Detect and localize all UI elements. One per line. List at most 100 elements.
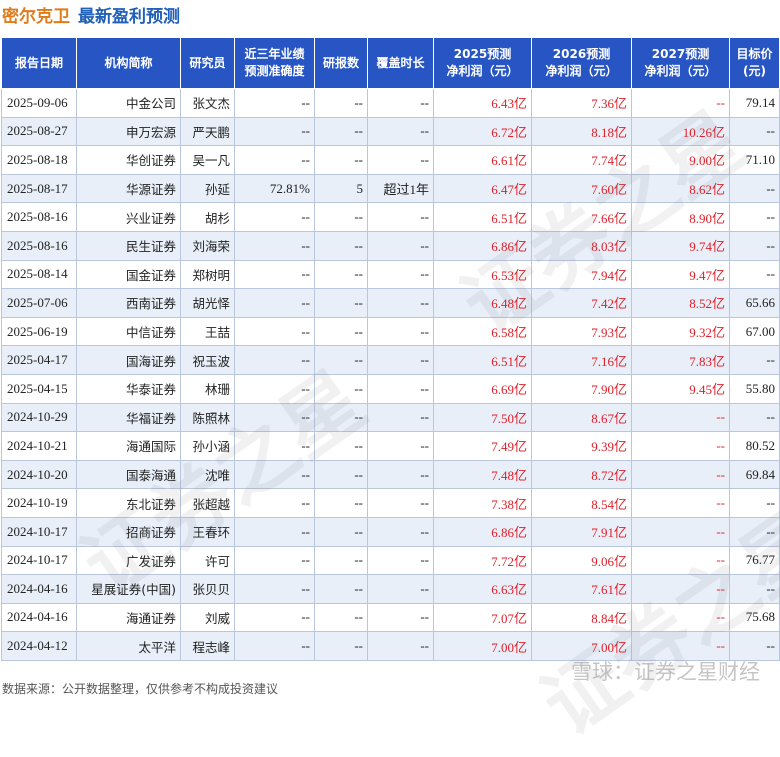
table-row: 2025-08-27 申万宏源 严天鹏 -- -- -- 6.72亿 8.18亿 10.26亿 -…	[1, 116, 780, 147]
col-profit-2026-header: 2026预测 净利润（元）	[531, 37, 632, 89]
institution-cell[interactable]: 星展证券(中国)	[76, 574, 181, 604]
institution-cell[interactable]: 华源证券	[76, 173, 181, 204]
researcher-cell: 许可	[180, 545, 235, 576]
profit-2027-cell: 9.00亿	[631, 145, 730, 175]
institution-cell[interactable]: 西南证券	[76, 288, 181, 318]
coverage-cell: --	[367, 202, 434, 232]
table-row: 2024-04-16 海通证券 刘威 -- -- -- 7.07亿 8.84亿 -- 75.68	[1, 602, 780, 633]
institution-cell[interactable]: 海通证券	[76, 602, 181, 633]
researcher-cell: 祝玉波	[180, 345, 235, 375]
profit-2027-cell: 7.83亿	[631, 345, 730, 375]
researcher-cell: 张文杰	[180, 88, 235, 118]
profit-2026-cell: 7.60亿	[531, 173, 632, 204]
company-name[interactable]: 密尔克卫	[2, 7, 70, 27]
target-price-cell: --	[729, 202, 780, 232]
target-price-cell: --	[729, 230, 780, 261]
profit-2027-cell: 10.26亿	[631, 116, 730, 147]
report-date-cell: 2024-10-29	[1, 402, 77, 433]
profit-2026-cell: 7.66亿	[531, 202, 632, 232]
institution-cell[interactable]: 华泰证券	[76, 373, 181, 404]
report-date-cell: 2025-09-06	[1, 88, 77, 118]
coverage-cell: --	[367, 288, 434, 318]
coverage-cell: --	[367, 545, 434, 576]
coverage-cell: --	[367, 459, 434, 490]
table-row: 2024-10-20 国泰海通 沈唯 -- -- -- 7.48亿 8.72亿 -- 69.84	[1, 459, 780, 490]
institution-cell[interactable]: 华创证券	[76, 145, 181, 175]
coverage-cell: --	[367, 602, 434, 633]
profit-2026-cell: 8.72亿	[531, 459, 632, 490]
researcher-cell: 孙小涵	[180, 431, 235, 461]
table-row: 2024-10-19 东北证券 张超越 -- -- -- 7.38亿 8.54亿 -- --	[1, 488, 780, 518]
report-count-cell: --	[314, 116, 368, 147]
target-price-cell: 55.80	[729, 373, 780, 404]
institution-cell[interactable]: 海通国际	[76, 431, 181, 461]
table-row: 2025-07-06 西南证券 胡光怿 -- -- -- 6.48亿 7.42亿 8.52亿 65…	[1, 288, 780, 318]
profit-2026-cell: 8.84亿	[531, 602, 632, 633]
profit-2026-cell: 7.00亿	[531, 631, 632, 661]
table-row: 2024-10-17 广发证券 许可 -- -- -- 7.72亿 9.06亿 -- 76.77	[1, 545, 780, 576]
institution-cell[interactable]: 中金公司	[76, 88, 181, 118]
table-row: 2025-08-16 民生证券 刘海荣 -- -- -- 6.86亿 8.03亿 9.74亿 --	[1, 230, 780, 261]
accuracy-cell: --	[234, 316, 315, 347]
institution-cell[interactable]: 太平洋	[76, 631, 181, 661]
report-count-cell: --	[314, 145, 368, 175]
data-source-note: 数据来源：公开数据整理，仅供参考不构成投资建议	[2, 682, 279, 696]
profit-2025-cell: 6.43亿	[433, 88, 532, 118]
col-report-count-header: 研报数	[314, 37, 368, 89]
accuracy-cell: --	[234, 631, 315, 661]
institution-cell[interactable]: 民生证券	[76, 230, 181, 261]
institution-cell[interactable]: 招商证券	[76, 516, 181, 547]
profit-2026-cell: 7.42亿	[531, 288, 632, 318]
report-count-cell: --	[314, 545, 368, 576]
profit-2027-cell: 8.52亿	[631, 288, 730, 318]
profit-2025-cell: 7.50亿	[433, 402, 532, 433]
accuracy-cell: --	[234, 116, 315, 147]
table-row: 2024-04-16 星展证券(中国) 张贝贝 -- -- -- 6.63亿 7.61亿 -- -…	[1, 574, 780, 604]
report-count-cell: --	[314, 202, 368, 232]
profit-2025-cell: 6.51亿	[433, 345, 532, 375]
researcher-cell: 胡杉	[180, 202, 235, 232]
profit-2026-cell: 7.74亿	[531, 145, 632, 175]
coverage-cell: --	[367, 402, 434, 433]
institution-cell[interactable]: 申万宏源	[76, 116, 181, 147]
institution-cell[interactable]: 中信证券	[76, 316, 181, 347]
col-report-date-header: 报告日期	[1, 37, 77, 89]
target-price-cell: --	[729, 631, 780, 661]
profit-2027-cell: 9.74亿	[631, 230, 730, 261]
institution-cell[interactable]: 国金证券	[76, 259, 181, 290]
target-price-cell: --	[729, 259, 780, 290]
page-subtitle: 最新盈利预测	[78, 7, 180, 27]
profit-2026-cell: 8.03亿	[531, 230, 632, 261]
report-date-cell: 2025-08-16	[1, 202, 77, 232]
institution-cell[interactable]: 东北证券	[76, 488, 181, 518]
accuracy-cell: --	[234, 88, 315, 118]
col-accuracy-header: 近三年业绩 预测准确度	[234, 37, 315, 89]
report-date-cell: 2024-04-16	[1, 574, 77, 604]
accuracy-cell: --	[234, 373, 315, 404]
report-count-cell: --	[314, 345, 368, 375]
report-count-cell: --	[314, 316, 368, 347]
profit-2025-cell: 6.69亿	[433, 373, 532, 404]
institution-cell[interactable]: 兴业证券	[76, 202, 181, 232]
coverage-cell: --	[367, 516, 434, 547]
researcher-cell: 张超越	[180, 488, 235, 518]
page-title: 密尔克卫 最新盈利预测	[2, 2, 180, 32]
profit-2027-cell: --	[631, 516, 730, 547]
institution-cell[interactable]: 华福证券	[76, 402, 181, 433]
profit-2025-cell: 6.53亿	[433, 259, 532, 290]
institution-cell[interactable]: 广发证券	[76, 545, 181, 576]
report-date-cell: 2025-04-17	[1, 345, 77, 375]
accuracy-cell: --	[234, 202, 315, 232]
report-count-cell: --	[314, 488, 368, 518]
profit-2027-cell: --	[631, 631, 730, 661]
coverage-cell: --	[367, 230, 434, 261]
institution-cell[interactable]: 国海证券	[76, 345, 181, 375]
profit-2025-cell: 7.00亿	[433, 631, 532, 661]
profit-2026-cell: 8.54亿	[531, 488, 632, 518]
table-row: 2025-04-15 华泰证券 林珊 -- -- -- 6.69亿 7.90亿 9.45亿 55.…	[1, 373, 780, 404]
table-row: 2024-10-29 华福证券 陈照林 -- -- -- 7.50亿 8.67亿 -- --	[1, 402, 780, 433]
institution-cell[interactable]: 国泰海通	[76, 459, 181, 490]
target-price-cell: 80.52	[729, 431, 780, 461]
profit-2025-cell: 7.07亿	[433, 602, 532, 633]
profit-2026-cell: 7.90亿	[531, 373, 632, 404]
